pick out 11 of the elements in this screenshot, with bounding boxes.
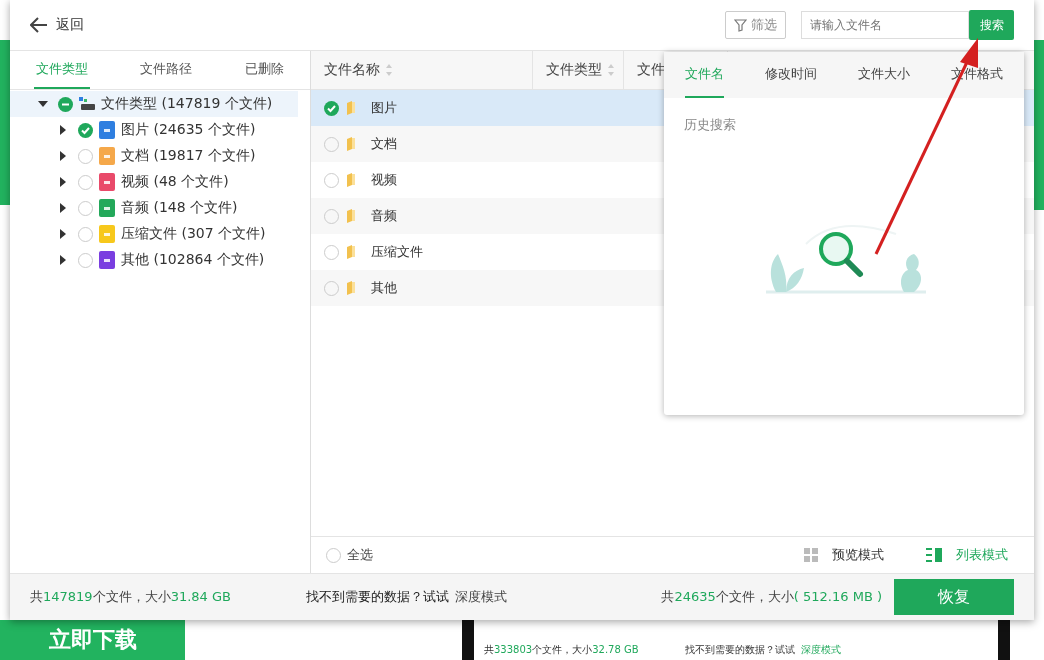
file-name-cell: 音频 — [371, 207, 397, 225]
file-name-cell: 视频 — [371, 171, 397, 189]
file-name-cell: 压缩文件 — [371, 243, 423, 261]
thumbnail-total-text: 共333803个文件，大小32.78 GB — [484, 643, 639, 657]
hint-text: 找不到需要的数据？试试 — [305, 588, 449, 606]
total-files-text: 共147819个文件，大小31.84 GB — [30, 588, 231, 606]
file-name-cell: 图片 — [371, 99, 397, 117]
selected-files-text: 共24635个文件，大小( 512.16 MB ) — [661, 588, 882, 606]
file-name-cell: 文档 — [371, 135, 397, 153]
file-name-cell: 其他 — [371, 279, 397, 297]
thumbnail-hint-text: 找不到需要的数据？试试 — [684, 643, 795, 657]
